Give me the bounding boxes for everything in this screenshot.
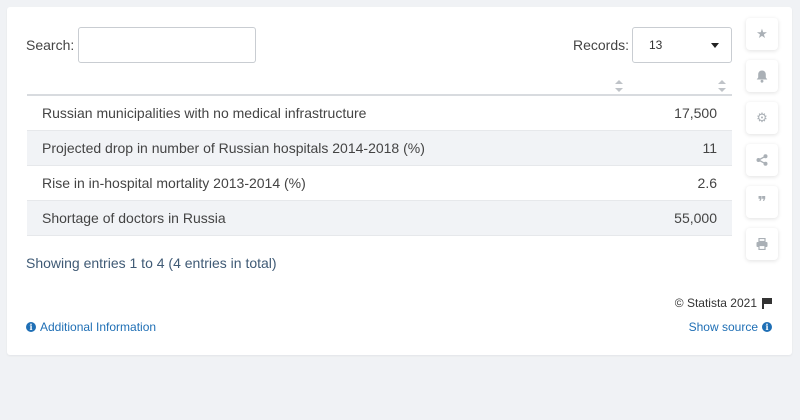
- additional-information-label: Additional Information: [40, 320, 157, 334]
- show-source-label: Show source: [688, 320, 758, 334]
- table-row: Shortage of doctors in Russia 55,000: [27, 201, 732, 236]
- search-label: Search:: [26, 37, 75, 53]
- table-header: [27, 77, 732, 96]
- row-value: 55,000: [674, 210, 717, 226]
- star-icon[interactable]: ★: [746, 18, 778, 50]
- records-label: Records:: [573, 37, 630, 53]
- gear-icon[interactable]: ⚙: [746, 102, 778, 134]
- records-selected-value: 13: [649, 38, 663, 52]
- row-label: Projected drop in number of Russian hosp…: [42, 140, 425, 156]
- row-label: Russian municipalities with no medical i…: [42, 105, 367, 121]
- records-select[interactable]: 13: [632, 27, 732, 63]
- table-row: Rise in in-hospital mortality 2013-2014 …: [27, 166, 732, 201]
- row-label: Rise in in-hospital mortality 2013-2014 …: [42, 175, 306, 191]
- info-icon: i: [26, 322, 36, 332]
- table-row: Projected drop in number of Russian hosp…: [27, 131, 732, 166]
- sort-column-1-icon[interactable]: [615, 80, 623, 92]
- row-value: 17,500: [674, 105, 717, 121]
- quote-icon[interactable]: ❞: [746, 186, 778, 218]
- bell-icon[interactable]: [746, 60, 778, 92]
- row-label: Shortage of doctors in Russia: [42, 210, 226, 226]
- row-value: 11: [702, 140, 717, 156]
- table-body: Russian municipalities with no medical i…: [27, 96, 732, 236]
- entries-info: Showing entries 1 to 4 (4 entries in tot…: [26, 255, 277, 271]
- row-value: 2.6: [697, 175, 717, 191]
- sidebar-toolbar: ★ ⚙ ❞: [746, 18, 778, 270]
- show-source-link[interactable]: Show source i: [689, 320, 772, 334]
- print-icon[interactable]: [746, 228, 778, 260]
- flag-icon[interactable]: [762, 298, 772, 309]
- sort-column-2-icon[interactable]: [718, 80, 726, 92]
- search-input[interactable]: [78, 27, 256, 63]
- copyright-text: © Statista 2021: [674, 296, 757, 310]
- chevron-down-icon: [711, 42, 719, 48]
- additional-information-link[interactable]: i Additional Information: [26, 320, 156, 334]
- info-icon: i: [762, 322, 772, 332]
- table-widget: Search: Records: 13 Russian municipaliti…: [7, 7, 792, 355]
- share-icon[interactable]: [746, 144, 778, 176]
- copyright: © Statista 2021: [675, 296, 772, 310]
- table-row: Russian municipalities with no medical i…: [27, 96, 732, 131]
